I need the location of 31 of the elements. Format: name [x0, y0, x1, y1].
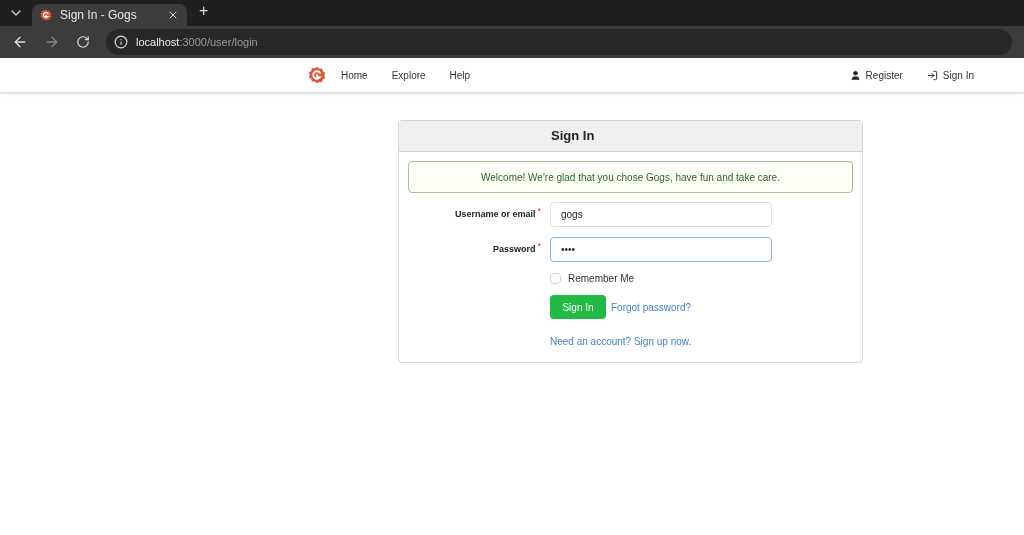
reload-icon[interactable]: [76, 35, 90, 49]
gear-logo-icon: [308, 66, 326, 84]
user-icon[interactable]: [849, 69, 861, 81]
nav-link[interactable]: Sign In: [942, 67, 974, 83]
nav-link[interactable]: Explore: [391, 67, 426, 83]
nav-link[interactable]: Help: [449, 67, 471, 83]
input-field[interactable]: gogs: [550, 202, 772, 227]
card-title: Sign In: [551, 127, 595, 146]
forward-icon[interactable]: [44, 34, 60, 50]
welcome-message: Welcome! We're glad that you chose Gogs, have fun and take care.: [408, 161, 853, 193]
sign-in-icon[interactable]: [926, 69, 938, 81]
nav-link[interactable]: Register: [865, 67, 903, 83]
info-icon[interactable]: [114, 35, 128, 49]
new-tab-button[interactable]: +: [191, 0, 217, 23]
field-label: Password: [492, 242, 536, 256]
nav-link[interactable]: Home: [341, 67, 368, 83]
close-icon[interactable]: [167, 9, 179, 21]
checkbox[interactable]: [550, 273, 561, 284]
back-icon[interactable]: [12, 34, 28, 50]
required-mark: *: [537, 242, 541, 250]
address-bar[interactable]: localhost:3000/user/login: [106, 29, 1012, 55]
sign-up-link[interactable]: Need an account? Sign up now.: [550, 336, 692, 347]
input-field[interactable]: ••••: [550, 237, 772, 262]
tab-title: Sign In - Gogs: [60, 7, 138, 24]
checkbox-label[interactable]: Remember Me: [568, 271, 635, 286]
forgot-password-link[interactable]: Forgot password?: [611, 299, 692, 315]
browser-tab[interactable]: Sign In - Gogs: [32, 4, 187, 26]
field-label: Username or email: [454, 207, 536, 221]
required-mark: *: [537, 207, 541, 215]
url-text: localhost:3000/user/login: [136, 34, 258, 50]
tab-favicon-icon: [40, 9, 52, 21]
